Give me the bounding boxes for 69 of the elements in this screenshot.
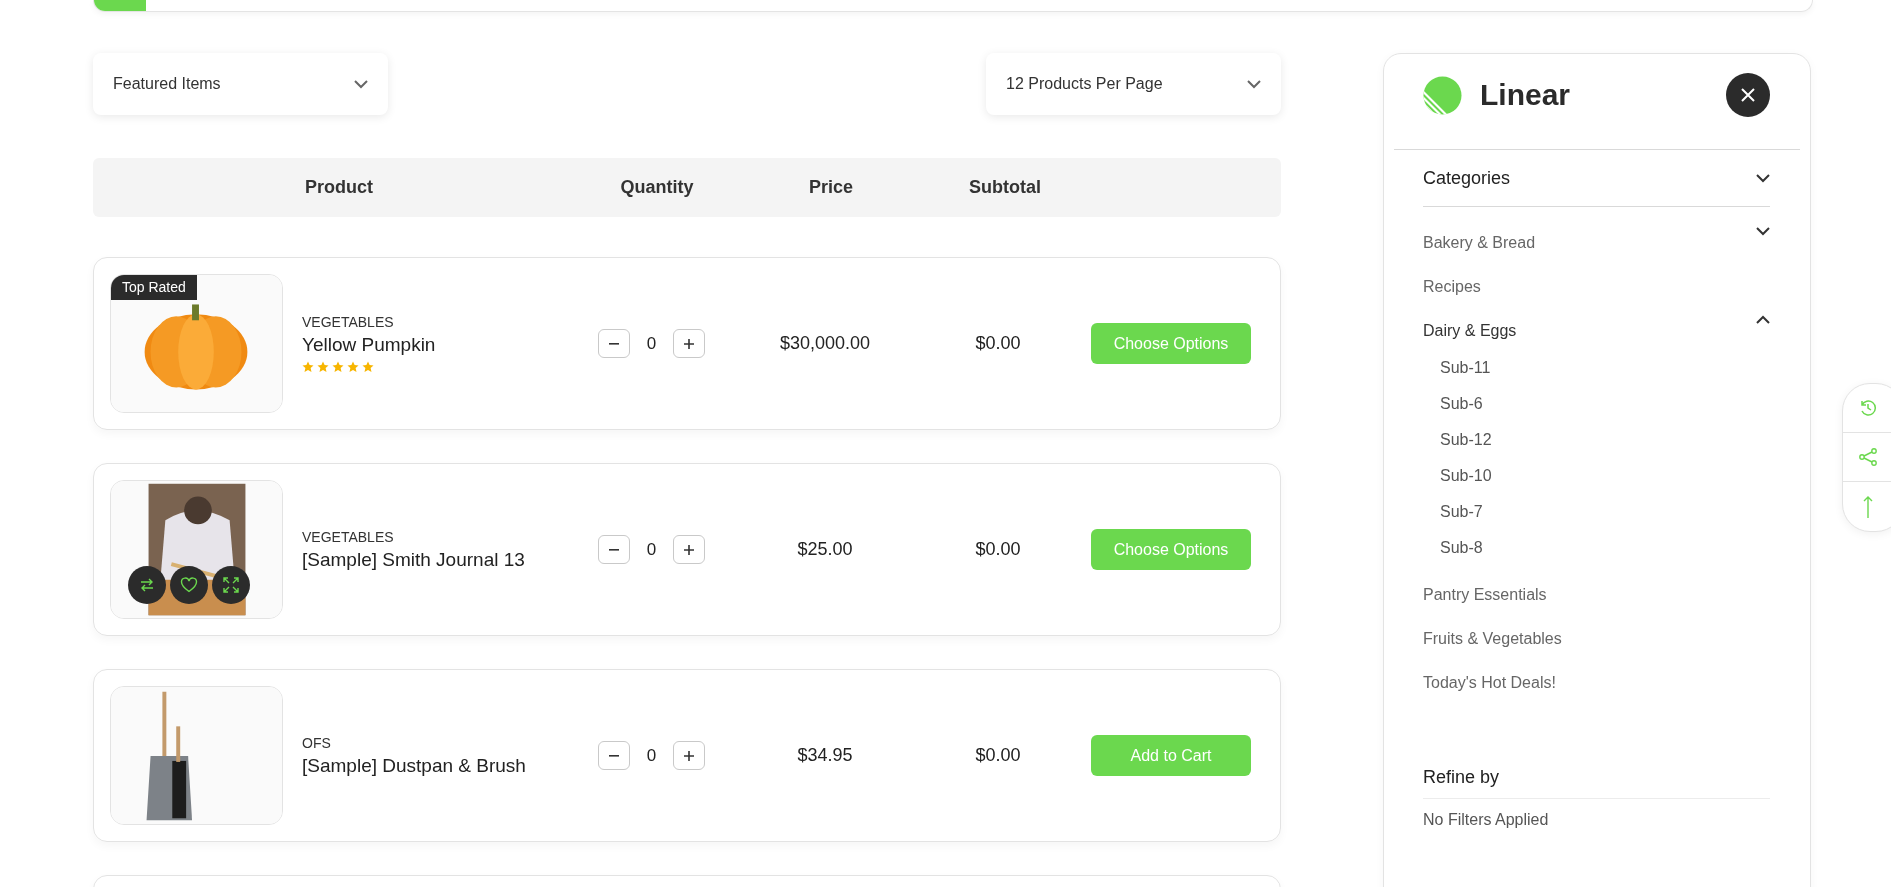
empty-filters-text: No Filters Applied [1423, 811, 1550, 829]
share-icon [1857, 447, 1878, 467]
subcategory-link[interactable]: Sub-10 [1440, 465, 1492, 501]
heart-icon [180, 577, 198, 593]
decrease-button[interactable] [598, 741, 630, 770]
subcategory-link[interactable]: Sub-11 [1440, 357, 1491, 393]
price: $34.95 [797, 745, 853, 765]
product-category: VEGETABLES [302, 314, 395, 330]
chevron-down-icon[interactable] [1756, 227, 1770, 236]
increase-button[interactable] [673, 329, 705, 358]
plus-icon [684, 750, 694, 761]
section-title: Refine by [1423, 767, 1501, 788]
column-header: Product [305, 177, 373, 198]
expand-icon [223, 577, 239, 593]
close-icon [1740, 87, 1756, 103]
star-icon [317, 361, 329, 373]
star-icon [332, 361, 344, 373]
minus-icon [609, 342, 619, 345]
category-link[interactable]: Bakery & Bread [1423, 225, 1536, 254]
chevron-down-icon [1247, 79, 1261, 89]
star-icon [362, 361, 374, 373]
chevron-down-icon[interactable] [1756, 173, 1770, 183]
minus-icon [609, 548, 619, 551]
chevron-up-icon[interactable] [1756, 315, 1770, 324]
column-header: Subtotal [969, 177, 1041, 198]
category-link[interactable]: Today's Hot Deals! [1423, 665, 1556, 694]
product-category: VEGETABLES [302, 528, 395, 545]
per-page-dropdown[interactable]: 12 Products Per Page [986, 53, 1281, 115]
quantity-value[interactable]: 0 [646, 539, 657, 560]
sort-dropdown[interactable]: Featured Items [93, 53, 388, 115]
decrease-button[interactable] [598, 329, 630, 358]
star-icon [302, 361, 314, 373]
category-link[interactable]: Pantry Essentials [1423, 577, 1547, 606]
star-icon [347, 361, 359, 373]
product-name[interactable]: Yellow Pumpkin [302, 334, 598, 356]
column-header: Quantity [620, 177, 694, 198]
brand-name: Linear [1480, 78, 1571, 112]
category-link[interactable]: Fruits & Vegetables [1423, 621, 1562, 650]
logo-icon [1423, 75, 1462, 115]
category-link[interactable]: Dairy & Eggs [1423, 313, 1517, 342]
decrease-button[interactable] [598, 535, 630, 564]
subcategory-link[interactable]: Sub-6 [1440, 393, 1483, 429]
product-category: OFS [302, 734, 332, 751]
swap-arrows-icon [139, 577, 155, 593]
close-button[interactable] [1726, 73, 1770, 117]
history-icon [1858, 399, 1877, 417]
subtotal: $0.00 [975, 745, 1021, 765]
column-header: Price [808, 177, 853, 198]
quantity-value[interactable]: 0 [646, 333, 657, 354]
subcategory-link[interactable]: Sub-8 [1440, 537, 1483, 573]
product-name[interactable]: [Sample] Dustpan & Brush [302, 754, 598, 777]
subcategory-link[interactable]: Sub-12 [1440, 429, 1492, 465]
chevron-down-icon [354, 79, 368, 89]
subtotal: $0.00 [975, 333, 1021, 353]
product-name[interactable]: [Sample] Smith Journal 13 [302, 548, 598, 571]
arrow-up-icon [1862, 495, 1873, 518]
plus-icon [684, 338, 694, 349]
category-link[interactable]: Recipes [1423, 269, 1481, 298]
price: $25.00 [797, 539, 853, 559]
price: $30,000.00 [779, 333, 871, 353]
subtotal: $0.00 [975, 539, 1021, 559]
plus-icon [684, 544, 694, 555]
section-title: Categories [1423, 167, 1511, 189]
quantity-value[interactable]: 0 [646, 745, 657, 766]
increase-button[interactable] [673, 741, 705, 770]
increase-button[interactable] [673, 535, 705, 564]
subcategory-link[interactable]: Sub-7 [1440, 501, 1483, 537]
minus-icon [609, 754, 619, 757]
top-rated-badge: Top Rated [111, 275, 197, 300]
